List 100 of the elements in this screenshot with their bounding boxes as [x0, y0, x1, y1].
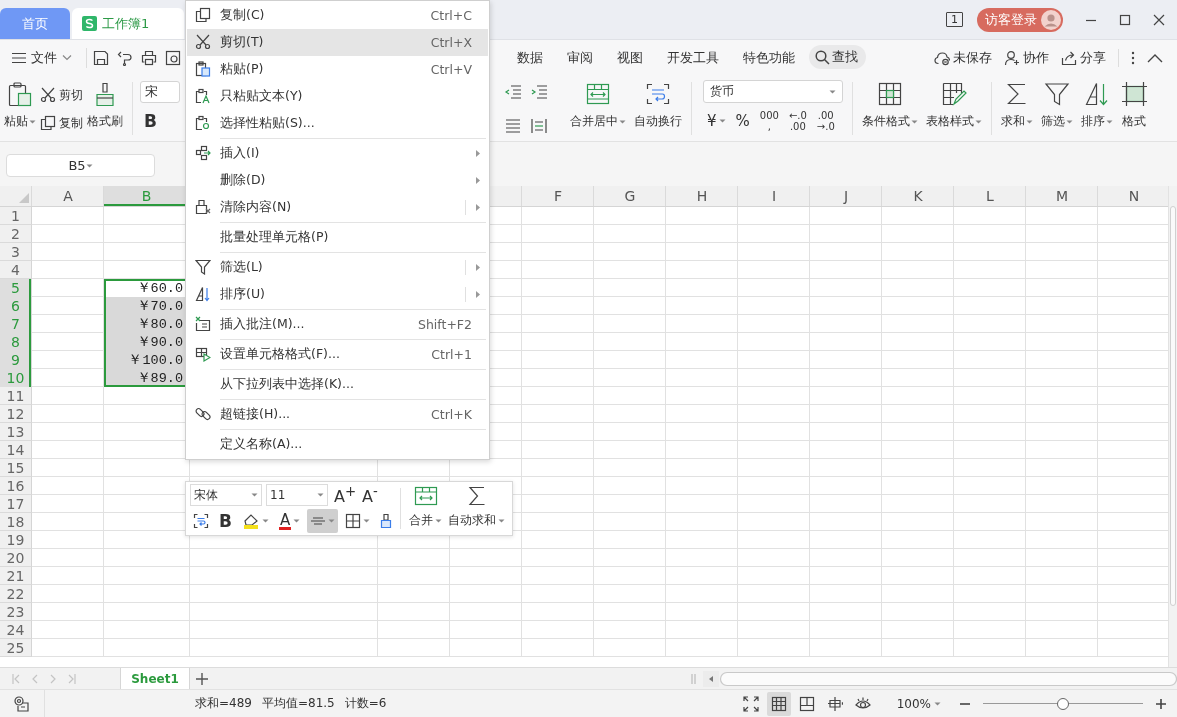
- ribbon-button[interactable]: 格式: [1117, 76, 1151, 140]
- column-header[interactable]: K: [882, 186, 954, 206]
- menu-item[interactable]: 批量处理单元格(P): [187, 224, 488, 251]
- row-header[interactable]: 24: [0, 621, 32, 639]
- format-button[interactable]: B: [216, 509, 235, 534]
- number-format-dropdown[interactable]: 货币: [703, 80, 843, 103]
- view-button[interactable]: [766, 691, 791, 716]
- row-header[interactable]: 3: [0, 243, 32, 261]
- menu-tab[interactable]: 开发工具: [655, 45, 731, 71]
- ribbon-button[interactable]: 求和: [997, 76, 1037, 140]
- row-header[interactable]: 4: [0, 261, 32, 279]
- row-header[interactable]: 12: [0, 405, 32, 423]
- ribbon-button[interactable]: 格式刷: [83, 76, 127, 140]
- column-header[interactable]: L: [954, 186, 1026, 206]
- menu-tab[interactable]: 视图: [605, 45, 655, 71]
- add-icon[interactable]: [196, 672, 208, 685]
- column-header[interactable]: J: [810, 186, 882, 206]
- menu-tab[interactable]: 数据: [505, 45, 555, 71]
- number-format-button[interactable]: %: [735, 107, 750, 135]
- print-icon[interactable]: [141, 50, 157, 66]
- grow-font-button[interactable]: A$^{+}$: [334, 484, 354, 507]
- menu-item[interactable]: 剪切(T) Ctrl+X: [187, 29, 488, 56]
- slider-thumb[interactable]: [1057, 697, 1069, 710]
- column-header[interactable]: M: [1026, 186, 1098, 206]
- number-format-button[interactable]: ¥: [707, 107, 726, 135]
- menu-item[interactable]: 超链接(H)... Ctrl+K: [187, 401, 488, 428]
- ribbon-button[interactable]: 表格样式: [922, 76, 986, 140]
- column-header[interactable]: F: [522, 186, 594, 206]
- autosum-button[interactable]: 自动求和: [445, 484, 508, 533]
- number-format-button[interactable]: 000 ,: [759, 107, 779, 135]
- row-header[interactable]: 18: [0, 513, 32, 531]
- menu-item[interactable]: 选择性粘贴(S)...: [187, 110, 488, 137]
- close-icon[interactable]: [1153, 13, 1165, 26]
- name-box[interactable]: B5: [6, 154, 155, 177]
- toolbar-button[interactable]: 分享: [1061, 49, 1106, 67]
- distributed-icon[interactable]: [530, 117, 548, 134]
- ribbon-button[interactable]: 复制: [40, 112, 83, 134]
- undo-icon[interactable]: [117, 50, 133, 66]
- menu-item[interactable]: 复制(C) Ctrl+C: [187, 2, 488, 29]
- sheet-tab[interactable]: Sheet1: [120, 668, 190, 689]
- macro-icon[interactable]: [13, 694, 31, 713]
- row-header[interactable]: 15: [0, 459, 32, 477]
- row-header[interactable]: 11: [0, 387, 32, 405]
- row-header[interactable]: 17: [0, 495, 32, 513]
- row-header[interactable]: 13: [0, 423, 32, 441]
- bold-button[interactable]: B: [140, 111, 160, 131]
- zoom-dropdown[interactable]: 100%: [896, 696, 941, 711]
- save-icon[interactable]: [93, 50, 109, 66]
- column-header[interactable]: H: [666, 186, 738, 206]
- toolbar-button[interactable]: 协作: [1004, 49, 1049, 67]
- maximize-icon[interactable]: [1119, 13, 1131, 26]
- document-tab[interactable]: 工作簿1: [72, 8, 184, 39]
- font-dropdown[interactable]: 宋体: [190, 484, 262, 507]
- file-menu[interactable]: 文件: [0, 49, 80, 67]
- row-header[interactable]: 21: [0, 567, 32, 585]
- ribbon-button[interactable]: 剪切: [40, 84, 83, 106]
- menu-item[interactable]: 定义名称(A)...: [187, 431, 488, 458]
- menu-item[interactable]: 插入(I): [187, 140, 488, 167]
- number-format-button[interactable]: .00 →.0: [816, 107, 835, 135]
- shrink-font-button[interactable]: A$^{-}$: [360, 484, 380, 507]
- row-header[interactable]: 20: [0, 549, 32, 567]
- ribbon-button[interactable]: 粘贴: [0, 76, 40, 140]
- toolbar-button[interactable]: 未保存: [934, 49, 992, 67]
- ribbon-button[interactable]: 排序: [1077, 76, 1117, 140]
- format-button[interactable]: A: [275, 509, 304, 534]
- window-count-button[interactable]: 1: [946, 12, 963, 27]
- preview-icon[interactable]: [165, 50, 181, 66]
- ribbon-button[interactable]: 自动换行: [630, 76, 686, 140]
- menu-item[interactable]: 从下拉列表中选择(K)...: [187, 371, 488, 398]
- row-header[interactable]: 22: [0, 585, 32, 603]
- menu-tab[interactable]: 特色功能: [731, 45, 807, 71]
- menu-item[interactable]: 插入批注(M)... Shift+F2: [187, 311, 488, 338]
- column-header[interactable]: I: [738, 186, 810, 206]
- ribbon-button[interactable]: 筛选: [1037, 76, 1077, 140]
- menu-item[interactable]: 只粘贴文本(Y): [187, 83, 488, 110]
- menu-item[interactable]: 筛选(L): [187, 254, 488, 281]
- menu-item[interactable]: 粘贴(P) Ctrl+V: [187, 56, 488, 83]
- zoom-in-icon[interactable]: [1155, 697, 1167, 710]
- menu-item[interactable]: 排序(U): [187, 281, 488, 308]
- row-header[interactable]: 14: [0, 441, 32, 459]
- more-icon[interactable]: [1131, 51, 1135, 65]
- search-button[interactable]: 查找: [809, 45, 866, 69]
- merge-button[interactable]: 合并: [406, 484, 445, 533]
- column-header[interactable]: G: [594, 186, 666, 206]
- menu-item[interactable]: 删除(D): [187, 167, 488, 194]
- row-header[interactable]: 1: [0, 207, 32, 225]
- row-header[interactable]: 23: [0, 603, 32, 621]
- ribbon-button[interactable]: 合并居中: [566, 76, 630, 140]
- font-name-field[interactable]: 宋: [140, 81, 180, 103]
- row-header[interactable]: 25: [0, 639, 32, 657]
- size-dropdown[interactable]: 11: [266, 484, 328, 507]
- menu-item[interactable]: 清除内容(N): [187, 194, 488, 221]
- row-header[interactable]: 2: [0, 225, 32, 243]
- row-header[interactable]: 16: [0, 477, 32, 495]
- menu-tab[interactable]: 审阅: [555, 45, 605, 71]
- number-format-button[interactable]: ←.0 .00: [788, 107, 807, 135]
- column-header[interactable]: A: [32, 186, 104, 206]
- column-header[interactable]: N: [1098, 186, 1168, 206]
- collapse-icon[interactable]: [1147, 53, 1163, 63]
- scrollbar[interactable]: [1168, 186, 1177, 667]
